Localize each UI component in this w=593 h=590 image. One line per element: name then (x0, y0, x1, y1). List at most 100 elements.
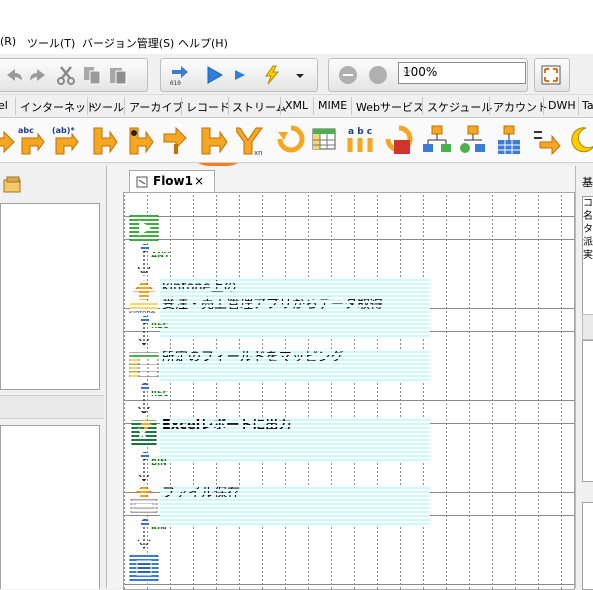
sleep-component-icon[interactable] (566, 124, 593, 156)
flow-canvas[interactable]: ANY kintone kintone上の 受注・売上管理アプリからデータ取得 … (123, 192, 575, 590)
trigger-icon[interactable] (261, 64, 283, 86)
zoom-in-icon[interactable] (367, 64, 389, 86)
tab-xml[interactable]: XML (285, 99, 308, 112)
fit-to-window-icon[interactable] (540, 64, 562, 86)
fit-toolbar-group (534, 58, 570, 92)
tab-account[interactable]: アカウント (493, 99, 548, 115)
svg-text:xn: xn (254, 149, 263, 156)
tab-stream[interactable]: ストリーム (232, 99, 287, 115)
menu-item-tools[interactable]: ツール(T) (27, 35, 75, 51)
paste-icon[interactable] (107, 64, 129, 86)
tab-dwh[interactable]: DWH (548, 99, 576, 112)
loop-component-icon[interactable] (162, 124, 192, 156)
close-icon[interactable]: × (194, 174, 204, 188)
tree-component-icon[interactable] (422, 124, 452, 156)
cut-icon[interactable] (55, 64, 77, 86)
zoom-select[interactable]: 100% ⌵ (398, 62, 526, 84)
panel-toolbar[interactable] (582, 314, 593, 340)
file-save-node-icon[interactable] (128, 483, 160, 517)
kintone-node-icon[interactable]: kintone (128, 279, 160, 317)
run-toolbar-group: 010 (160, 58, 318, 92)
excel-node-icon[interactable]: X (128, 417, 160, 449)
copy-icon[interactable] (81, 64, 103, 86)
start-node-icon[interactable] (129, 213, 159, 243)
connector-arrow (137, 323, 151, 346)
panel-splitter[interactable] (0, 395, 104, 419)
tab-internet[interactable]: インターネット (20, 99, 97, 115)
mapper-component-icon[interactable] (310, 124, 340, 156)
tab-separator (422, 97, 423, 115)
tab-separator (87, 97, 88, 115)
text-parse-component-icon[interactable]: a b c (346, 124, 376, 156)
undo-icon[interactable] (3, 64, 25, 86)
table-component-icon[interactable] (494, 124, 524, 156)
title-bar (0, 0, 593, 30)
tab-separator (543, 97, 544, 115)
exit-component-icon[interactable] (532, 124, 562, 156)
svg-text:a b c: a b c (348, 127, 372, 137)
node-label-line: ファイル保存 (162, 486, 241, 501)
panel-header: 基 (582, 176, 593, 189)
node-label-line: Excelレポートに出力 (162, 418, 292, 433)
join-component-icon[interactable]: xn (236, 124, 266, 156)
tab-truncated[interactable]: Ta (582, 99, 593, 112)
zoom-out-icon[interactable] (337, 64, 359, 86)
connector-arrow (137, 526, 151, 549)
menu-item-r[interactable]: (R) (0, 35, 16, 48)
condition-component-icon[interactable] (124, 124, 154, 156)
inspector-panel[interactable] (582, 340, 593, 482)
tab-webservice[interactable]: Webサービス (356, 99, 424, 115)
tab-flow1[interactable]: Flow1 × (129, 170, 215, 193)
project-tree-panel[interactable] (0, 203, 100, 390)
tab-separator (578, 97, 579, 115)
menu-item-help[interactable]: ヘルプ(H) (178, 35, 228, 51)
outline-panel[interactable] (582, 502, 593, 590)
property-label: 名 (583, 211, 593, 222)
port-type-label: REC (151, 321, 169, 330)
merge-component-icon[interactable] (198, 124, 228, 156)
chevron-down-icon: ⌵ (403, 66, 411, 77)
property-label: 派 (583, 237, 593, 248)
port-type-label: BIN (151, 524, 167, 533)
play-icon[interactable] (203, 64, 225, 86)
connector-arrow (137, 459, 151, 482)
text-split-component-icon[interactable]: abc (16, 124, 46, 156)
node-label-excel[interactable]: Excelレポートに出力 (160, 417, 430, 461)
repeat-component-icon[interactable] (276, 124, 306, 156)
svg-text:010: 010 (170, 80, 181, 86)
regex-component-icon[interactable]: (ab)* (50, 124, 80, 156)
tab-separator (280, 97, 281, 115)
stop-component-icon[interactable] (384, 124, 414, 156)
project-icon[interactable] (2, 176, 24, 194)
step-icon[interactable] (231, 64, 253, 86)
tab-separator (181, 97, 182, 115)
tab-mime[interactable]: MIME (318, 99, 347, 112)
properties-panel[interactable]: コ 名 タ 派 実 (582, 196, 593, 316)
resource-panel[interactable] (0, 425, 100, 589)
compile-icon[interactable]: 010 (169, 64, 191, 86)
tab-excel[interactable]: el (0, 99, 8, 112)
redo-icon[interactable] (27, 64, 49, 86)
menu-bar: (R) ツール(T) バージョン管理(S) ヘルプ(H) (0, 30, 593, 54)
node-label-file-save[interactable]: ファイル保存 (160, 485, 430, 527)
mapper-node-icon[interactable] (128, 349, 160, 381)
tab-tools[interactable]: ツール (91, 99, 124, 115)
node-label-line: 受注・売上管理アプリからデータ取得 (162, 297, 384, 312)
end-node-icon[interactable] (129, 553, 159, 583)
node-label-mapping[interactable]: 所定のフィールドをマッピング (160, 349, 430, 383)
tab-separator (313, 97, 314, 115)
node-label-line: 所定のフィールドをマッピング (162, 350, 344, 365)
menu-item-version-control[interactable]: バージョン管理(S) (82, 35, 174, 51)
tab-separator (124, 97, 125, 115)
node-label-line: kintone上の (162, 280, 237, 295)
port-type-label: REC (151, 389, 169, 398)
chevron-down-icon[interactable] (289, 64, 311, 86)
tab-archive[interactable]: アーカイブ (129, 99, 183, 115)
component-palette: abc (ab)* xn a b c (0, 118, 593, 163)
right-panel: 基 コ 名 タ 派 実 (577, 166, 593, 590)
tab-schedule[interactable]: スケジュール (427, 99, 492, 115)
node-label-kintone[interactable]: kintone上の 受注・売上管理アプリからデータ取得 (160, 279, 430, 337)
group-component-icon[interactable] (458, 124, 488, 156)
branch-component-icon[interactable] (88, 124, 118, 156)
tab-record[interactable]: レコード (186, 99, 230, 115)
